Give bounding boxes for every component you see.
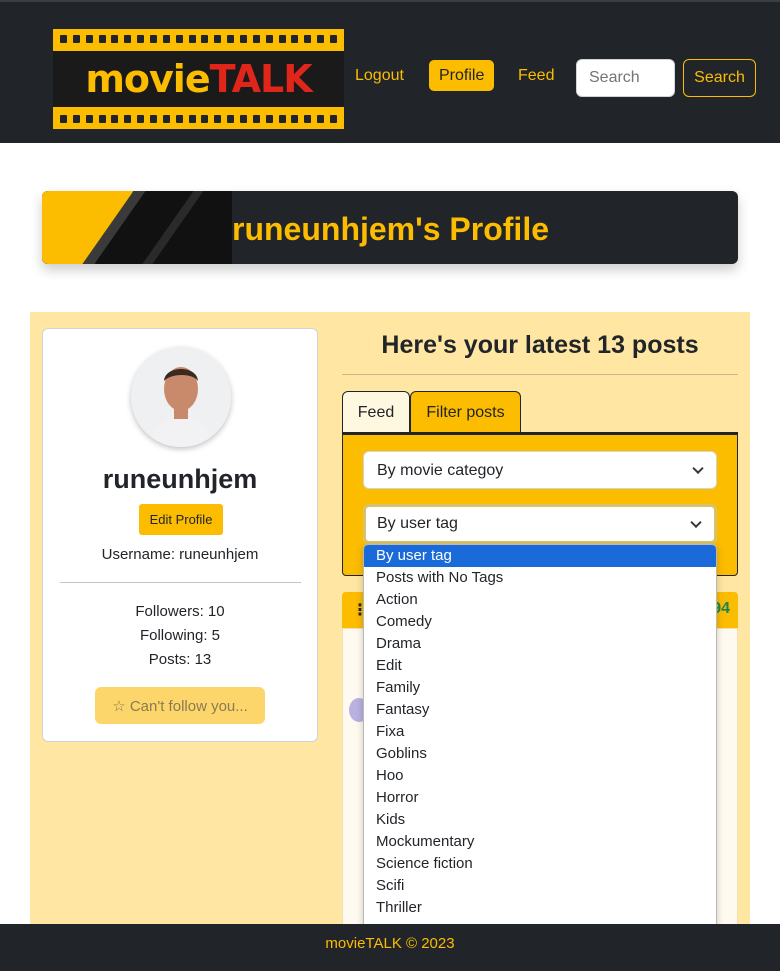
dropdown-option[interactable]: Goblins <box>364 743 716 765</box>
follow-button[interactable]: ☆ Can't follow you... <box>95 687 265 724</box>
avatar <box>131 347 231 447</box>
logo-film-frame: movieTALK <box>53 51 344 107</box>
dropdown-option[interactable]: Horror <box>364 787 716 809</box>
page-title: runeunhjem's Profile <box>232 211 549 247</box>
tab-feed[interactable]: Feed <box>342 391 410 433</box>
dropdown-option[interactable]: Drama <box>364 633 716 655</box>
banner-decoration <box>42 191 232 264</box>
dropdown-option[interactable]: Edit <box>364 655 716 677</box>
chevron-down-icon <box>692 462 704 475</box>
dropdown-option[interactable]: By user tag <box>364 545 716 567</box>
nav-logout-link[interactable]: Logout <box>345 60 414 91</box>
follow-button-label: Can't follow you... <box>129 697 248 715</box>
posts-count: Posts: 13 <box>148 651 212 668</box>
movietalk-logo[interactable]: movieTALK <box>53 29 344 129</box>
posts-heading: Here's your latest 13 posts <box>381 331 699 359</box>
tab-filter-posts[interactable]: Filter posts <box>410 391 521 433</box>
dropdown-option[interactable]: Comedy <box>364 611 716 633</box>
dropdown-option[interactable]: Kids <box>364 809 716 831</box>
profile-username: Username: runeunhjem <box>101 546 259 563</box>
film-strip-top <box>53 32 344 46</box>
category-select[interactable]: By movie categoy <box>363 451 717 489</box>
dropdown-option[interactable]: Action <box>364 589 716 611</box>
search-button[interactable]: Search <box>683 59 756 97</box>
profile-banner: runeunhjem's Profile <box>42 191 738 264</box>
tag-select[interactable]: By user tag <box>363 504 717 544</box>
dropdown-option[interactable]: Fixa <box>364 721 716 743</box>
dropdown-option[interactable]: Mockumentary <box>364 831 716 853</box>
tag-select-value: By user tag <box>377 515 458 532</box>
divider <box>342 374 738 375</box>
dropdown-option[interactable]: Fantasy <box>364 699 716 721</box>
profile-card: runeunhjem Edit Profile Username: runeun… <box>42 328 318 742</box>
tag-dropdown-list: By user tag Posts with No Tags Action Co… <box>363 544 717 941</box>
logo-wordmark: movieTALK <box>85 57 312 101</box>
dropdown-option[interactable]: Hoo <box>364 765 716 787</box>
chevron-down-icon <box>690 516 702 529</box>
profile-name: runeunhjem <box>102 464 258 494</box>
navbar: movieTALK Logout Profile Feed Search <box>0 0 780 143</box>
search-input[interactable] <box>576 59 675 97</box>
category-select-value: By movie categoy <box>377 462 504 479</box>
nav-profile-link[interactable]: Profile <box>429 60 495 91</box>
nav-feed-link[interactable]: Feed <box>508 60 564 91</box>
dropdown-option[interactable]: Science fiction <box>364 853 716 875</box>
followers-count: Followers: 10 <box>135 603 225 620</box>
dropdown-option[interactable]: Family <box>364 677 716 699</box>
star-icon: ☆ <box>112 697 126 715</box>
dropdown-option[interactable]: Posts with No Tags <box>364 567 716 589</box>
dropdown-option[interactable]: Scifi <box>364 875 716 897</box>
film-strip-bottom <box>53 112 344 126</box>
following-count: Following: 5 <box>139 627 221 644</box>
dropdown-option[interactable]: Thriller <box>364 897 716 919</box>
divider <box>60 582 301 583</box>
edit-profile-button[interactable]: Edit Profile <box>139 504 223 535</box>
footer-copyright: movieTALK © 2023 <box>325 935 455 952</box>
footer: movieTALK © 2023 <box>0 924 780 971</box>
